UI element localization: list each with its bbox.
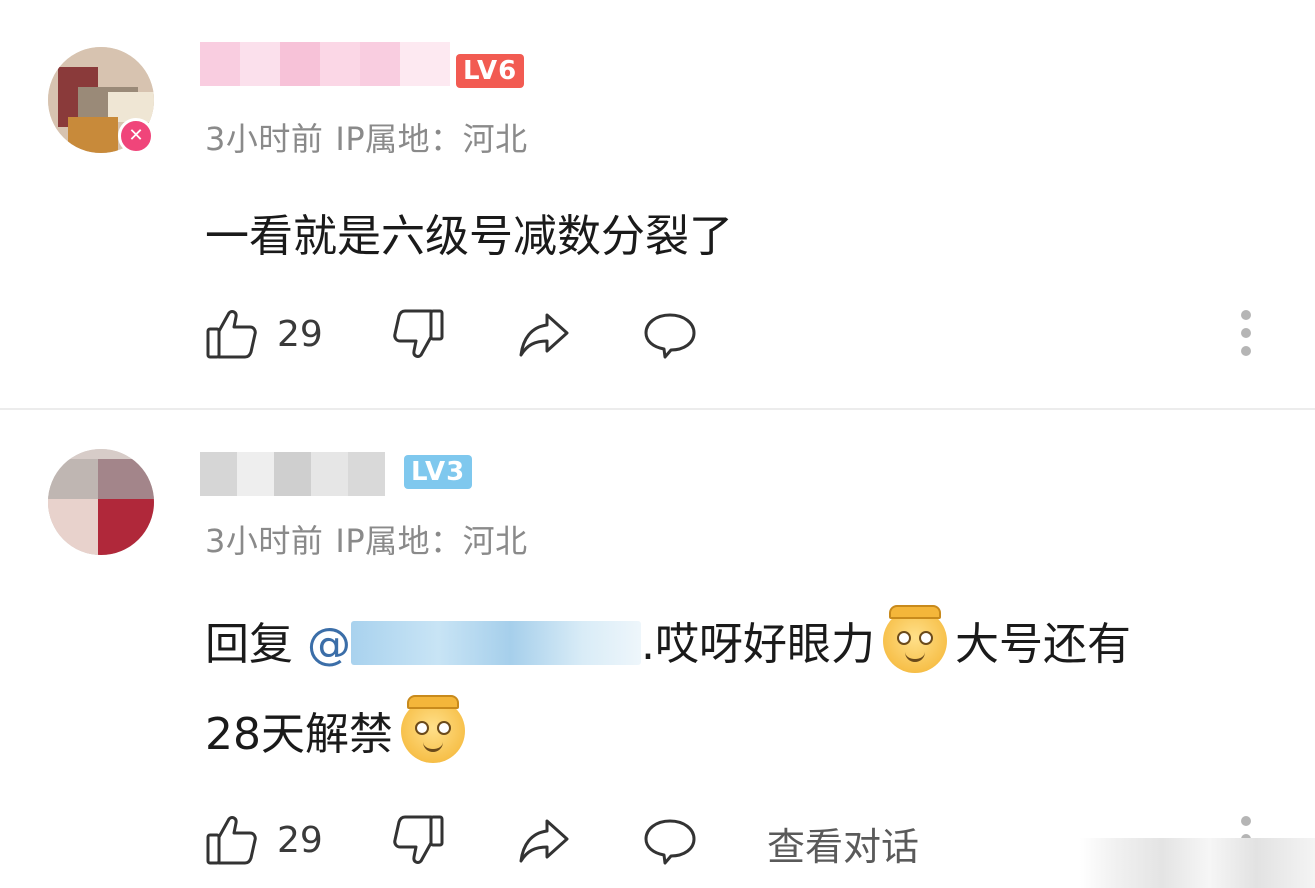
share-arrow-icon: [519, 819, 569, 863]
like-count: 29: [277, 819, 323, 861]
comment-text-line2[interactable]: 28天解禁: [205, 695, 473, 763]
comment-time: 3小时前: [205, 522, 324, 560]
watermark-redacted: [1080, 838, 1315, 888]
more-options-icon[interactable]: [1231, 306, 1261, 362]
thumbs-down-icon: [393, 309, 444, 358]
monkey-king-emoji-icon: [401, 695, 465, 763]
dislike-button[interactable]: [391, 304, 445, 364]
ip-location: IP属地：河北: [335, 120, 528, 158]
dislike-button[interactable]: [391, 810, 445, 870]
thumbs-up-icon: [206, 310, 257, 359]
view-conversation-link[interactable]: 查看对话: [767, 816, 919, 871]
like-button[interactable]: 29: [205, 304, 323, 364]
mention-link[interactable]: @: [307, 619, 641, 670]
reply-text-continued: 大号还有: [955, 619, 1131, 670]
avatar-mosaic: [98, 459, 154, 499]
reply-text-line2: 28天解禁: [205, 709, 393, 760]
ip-location: IP属地：河北: [335, 522, 528, 560]
pink-badge-icon: ✕: [118, 118, 154, 154]
like-button[interactable]: 29: [205, 810, 323, 870]
comment-time: 3小时前: [205, 120, 324, 158]
reply-text: .哎呀好眼力: [641, 619, 875, 670]
avatar[interactable]: [48, 449, 154, 555]
comment-bubble-icon: [644, 313, 696, 359]
comment-actions: 29: [205, 304, 1285, 364]
like-count: 29: [277, 313, 323, 355]
avatar-mosaic: [48, 499, 98, 555]
comment-text[interactable]: 回复 @ .哎呀好眼力 大号还有: [205, 605, 1131, 673]
comment-item: ✕ LV6 3小时前 IP属地：河北 一看就是六级号减数分裂了 29: [0, 0, 1315, 408]
reply-button[interactable]: [643, 810, 697, 870]
username-redacted[interactable]: [200, 42, 450, 86]
avatar-mosaic: [98, 499, 154, 555]
thumbs-down-icon: [393, 815, 444, 864]
comment-meta: 3小时前 IP属地：河北: [205, 114, 540, 160]
avatar-mosaic: [68, 117, 118, 153]
thumbs-up-icon: [206, 816, 257, 865]
comment-item: LV3 3小时前 IP属地：河北 回复 @ .哎呀好眼力 大号还有 28天解禁 29: [0, 410, 1315, 888]
comment-bubble-icon: [644, 819, 696, 865]
reply-prefix: 回复: [205, 619, 307, 670]
share-arrow-icon: [519, 313, 569, 357]
avatar-mosaic: [48, 459, 98, 499]
share-button[interactable]: [517, 810, 571, 870]
mention-name-redacted: [351, 621, 641, 665]
level-badge: LV6: [456, 54, 525, 88]
mention-at: @: [307, 619, 351, 670]
share-button[interactable]: [517, 304, 571, 364]
username-redacted[interactable]: [200, 452, 385, 496]
doge-emoji-icon: [883, 605, 947, 673]
level-badge: LV3: [404, 455, 473, 489]
comment-meta: 3小时前 IP属地：河北: [205, 516, 540, 562]
comment-text[interactable]: 一看就是六级号减数分裂了: [205, 200, 733, 264]
reply-button[interactable]: [643, 304, 697, 364]
